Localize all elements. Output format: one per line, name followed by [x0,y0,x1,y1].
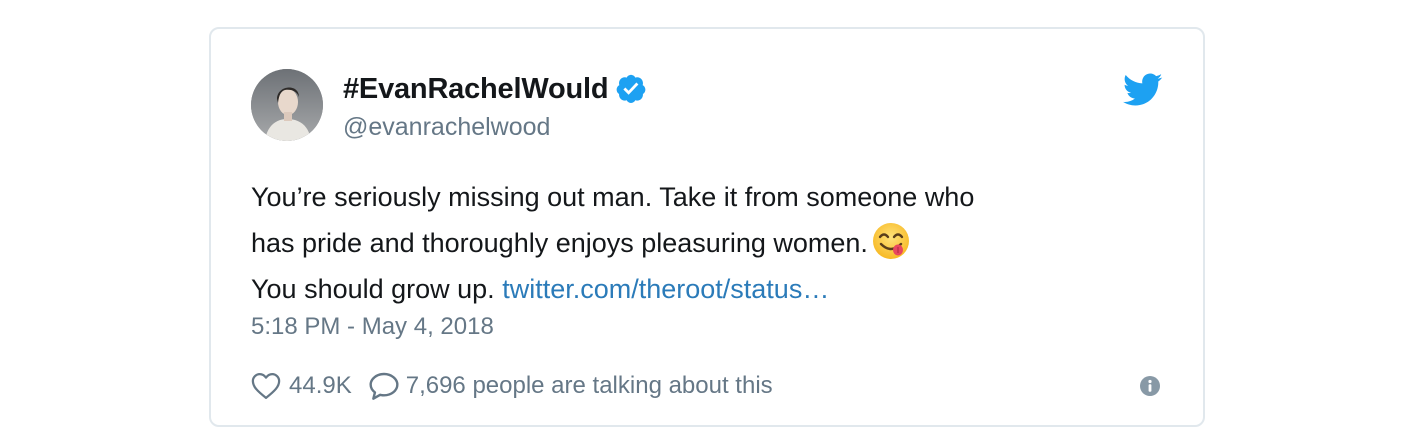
tweet-actions: 44.9K 7,696 people are talking about thi… [251,369,773,403]
twitter-bird-icon[interactable] [1122,73,1163,107]
verified-badge-icon [616,74,646,104]
tweet-text-line-3-content: You should grow up. [251,274,495,304]
heart-icon [251,372,281,400]
speech-bubble-icon [368,371,400,401]
talking-count-text: 7,696 people are talking about this [405,372,773,399]
like-button[interactable]: 44.9K [251,372,368,400]
display-name-row[interactable]: #EvanRachelWould [343,71,646,107]
tweet-link[interactable]: twitter.com/theroot/status… [502,274,829,304]
user-handle[interactable]: @evanrachelwood [343,113,550,142]
tweet-text: You’re seriously missing out man. Take i… [251,174,1151,312]
tweet-text-line-2-content: has pride and thoroughly enjoys pleasuri… [251,228,868,258]
info-icon[interactable] [1139,375,1161,397]
display-name[interactable]: #EvanRachelWould [343,73,609,106]
tweet-text-line-3: You should grow up. twitter.com/theroot/… [251,266,1151,312]
embedded-tweet-card[interactable]: #EvanRachelWould @evanrachelwood You’re … [209,27,1205,427]
avatar[interactable] [251,69,323,141]
tweet-timestamp[interactable]: 5:18 PM - May 4, 2018 [251,313,494,341]
face-savoring-food-emoji-icon [872,222,910,260]
tweet-text-line-2: has pride and thoroughly enjoys pleasuri… [251,220,1151,266]
likes-count: 44.9K [289,372,352,399]
tweet-text-line-1: You’re seriously missing out man. Take i… [251,182,975,212]
talking-button[interactable]: 7,696 people are talking about this [368,371,773,401]
